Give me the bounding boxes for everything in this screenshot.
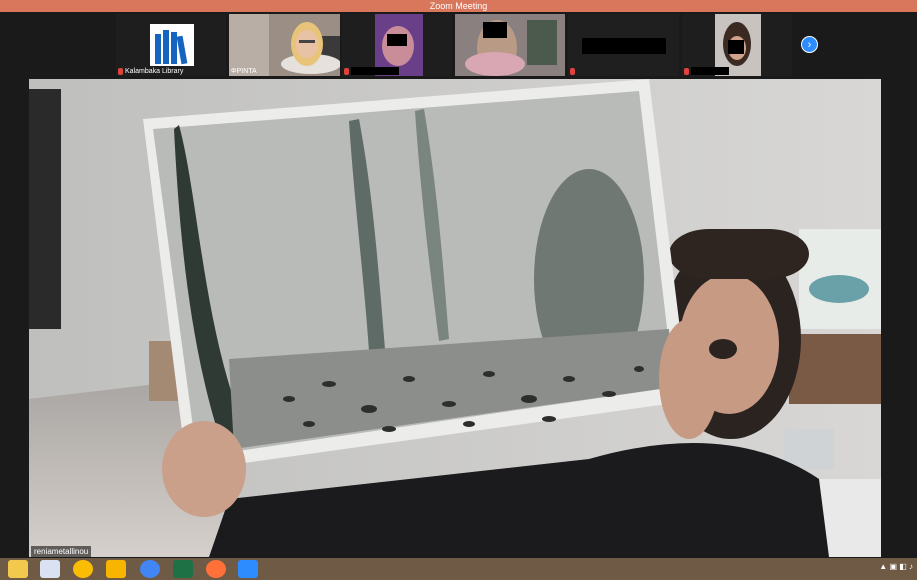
participant-name-label: [344, 67, 399, 75]
speaker-video: [29, 79, 881, 557]
participant-video: [229, 14, 340, 76]
chrome-icon[interactable]: [73, 560, 93, 578]
chrome-icon[interactable]: [140, 560, 160, 578]
excel-icon[interactable]: [173, 560, 193, 578]
file-explorer-icon[interactable]: [8, 560, 28, 578]
muted-mic-icon: [118, 68, 123, 75]
muted-mic-icon: [344, 67, 349, 75]
taskbar: ▲ ▣ ◧ ♪: [0, 558, 917, 580]
participant-name-label: ΦΡΙΝΤΑ: [231, 68, 257, 75]
participant-tile[interactable]: [455, 14, 565, 76]
window-title: Zoom Meeting: [0, 0, 917, 12]
muted-mic-icon: [684, 67, 689, 75]
redacted-name: [351, 67, 399, 75]
zoom-window: Zoom Meeting Kalambaka Library ΦΡΙΝΤΑ › …: [0, 0, 917, 580]
participant-tile[interactable]: [568, 14, 679, 76]
redacted-name: [582, 38, 666, 54]
participant-tile[interactable]: ΦΡΙΝΤΑ: [229, 14, 340, 76]
firefox-icon[interactable]: [206, 560, 226, 578]
participant-tile[interactable]: [682, 14, 792, 76]
zoom-icon[interactable]: [238, 560, 258, 578]
system-tray[interactable]: ▲ ▣ ◧ ♪: [879, 562, 913, 571]
app-icon[interactable]: [40, 560, 60, 578]
chevron-right-icon[interactable]: ›: [801, 36, 818, 53]
participant-tile[interactable]: [342, 14, 452, 76]
speaker-video-frame: [29, 79, 881, 557]
participant-name-label: [570, 68, 575, 75]
redacted-name: [691, 67, 729, 75]
speaker-name-label: reniametallinou: [31, 546, 92, 557]
participant-name-label: Kalambaka Library: [118, 68, 183, 75]
participant-name-label: [684, 67, 729, 75]
participant-video: [455, 14, 565, 76]
notes-icon[interactable]: [106, 560, 126, 578]
participant-tile[interactable]: Kalambaka Library: [116, 14, 226, 76]
library-logo-icon: [150, 24, 194, 66]
gallery-strip: Kalambaka Library ΦΡΙΝΤΑ ›: [0, 12, 917, 78]
muted-mic-icon: [570, 68, 575, 75]
